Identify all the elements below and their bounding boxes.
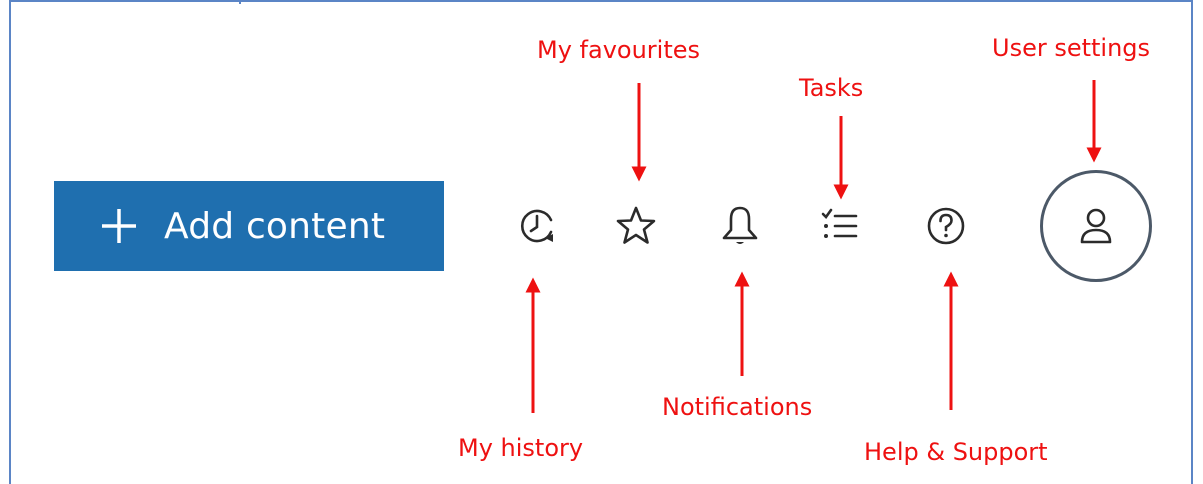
bell-icon <box>722 206 758 244</box>
annotation-my-favourites: My favourites <box>537 36 701 64</box>
annotation-notifications: Notifications <box>662 393 813 421</box>
user-icon <box>1080 208 1112 244</box>
frame-tick <box>239 0 241 4</box>
annotation-my-history: My history <box>458 434 584 462</box>
annotation-user-settings: User settings <box>992 34 1151 62</box>
user-settings-button[interactable] <box>1040 170 1152 282</box>
tasks-button[interactable] <box>812 198 868 254</box>
help-support-button[interactable] <box>918 198 974 254</box>
annotation-help-support: Help & Support <box>864 438 1048 466</box>
checklist-icon <box>821 208 858 238</box>
plus-icon <box>102 209 136 243</box>
annotation-tasks: Tasks <box>799 74 864 102</box>
question-icon <box>927 207 965 245</box>
add-content-label: Add content <box>164 205 386 247</box>
star-icon <box>616 206 656 244</box>
my-history-button[interactable] <box>509 198 565 254</box>
add-content-button[interactable]: Add content <box>54 181 444 271</box>
clock-history-icon <box>520 209 553 243</box>
notifications-button[interactable] <box>712 198 768 254</box>
my-favourites-button[interactable] <box>608 198 664 254</box>
